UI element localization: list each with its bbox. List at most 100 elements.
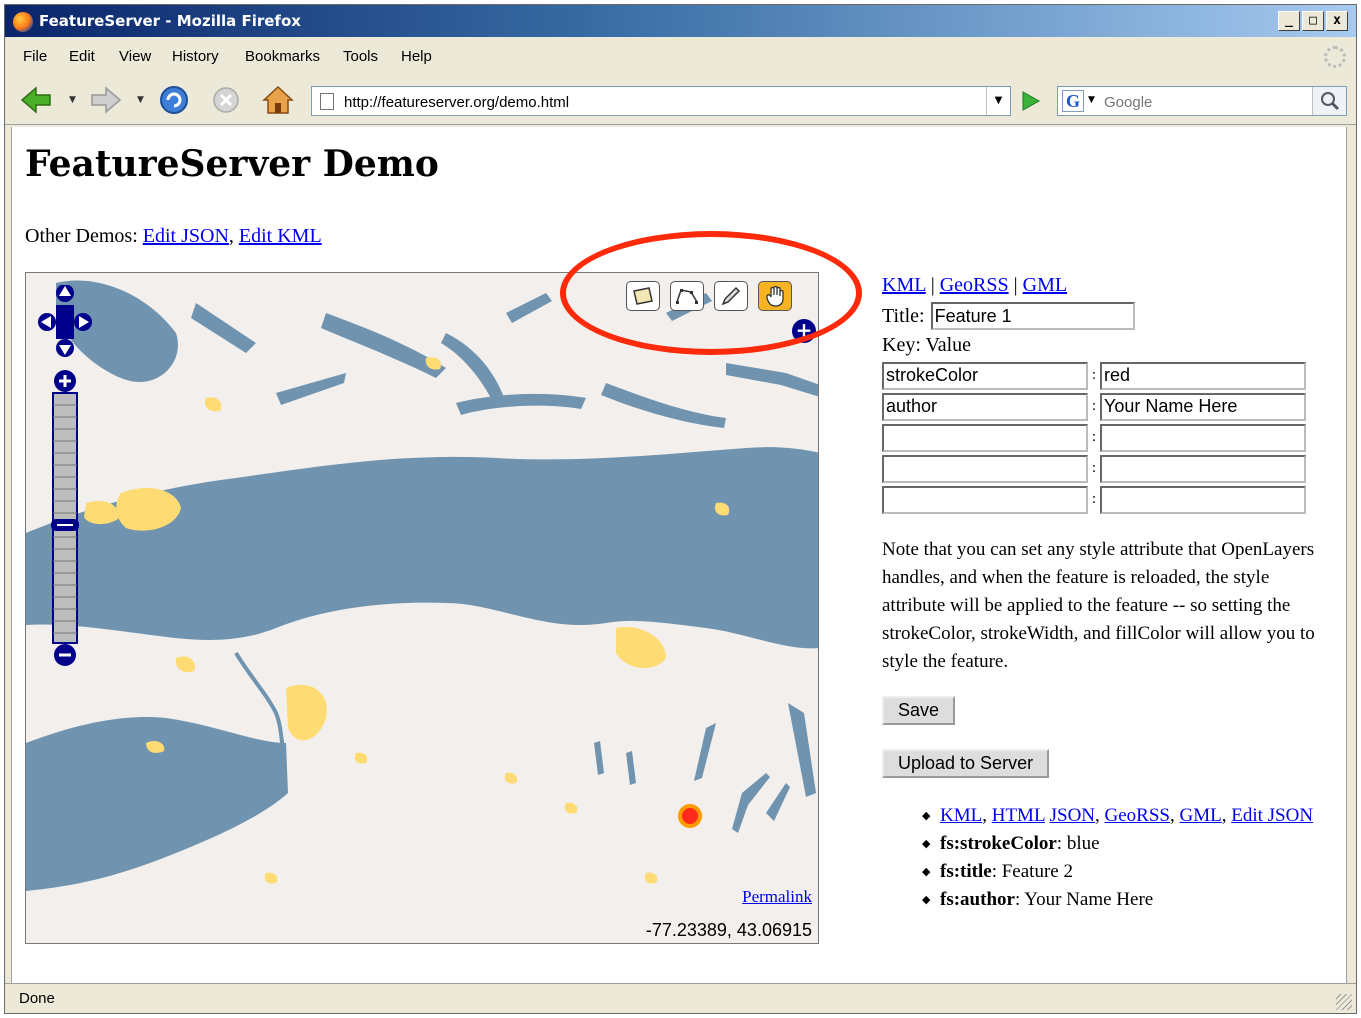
mouse-coordinates: -77.23389, 43.06915 [645, 920, 812, 940]
title-input[interactable] [930, 302, 1135, 330]
key-value-table: : : : : : [882, 360, 1306, 515]
menu-history[interactable]: History [172, 48, 219, 65]
menu-edit[interactable]: Edit [69, 48, 95, 65]
resize-grip-icon[interactable] [1336, 994, 1352, 1010]
other-demos: Other Demos: Edit JSON, Edit KML [25, 225, 322, 247]
edit-kml-link[interactable]: Edit KML [239, 225, 322, 247]
key-input[interactable] [882, 361, 1088, 390]
page-icon [320, 93, 334, 110]
pan-zoom-control [38, 284, 92, 689]
kv-row: : [882, 484, 1306, 515]
reload-icon [160, 86, 188, 114]
pencil-icon [721, 286, 741, 306]
attr-name: fs:author [940, 889, 1015, 910]
menu-tools[interactable]: Tools [343, 48, 378, 65]
browser-window: FeatureServer - Mozilla Firefox _ □ x Fi… [4, 4, 1357, 1014]
permalink-link[interactable]: Permalink [742, 887, 812, 907]
feature-marker[interactable] [678, 804, 702, 828]
maximize-button[interactable]: □ [1302, 11, 1324, 31]
navigation-toolbar: ▼ ▼ ▼ G ▼ [5, 73, 1356, 125]
menu-help[interactable]: Help [401, 48, 432, 65]
georss-format-link[interactable]: GeoRSS [940, 274, 1009, 296]
value-input[interactable] [1100, 485, 1306, 514]
list-item: KML, HTML JSON, GeoRSS, GML, Edit JSON [922, 802, 1332, 830]
modify-feature-button[interactable] [714, 281, 748, 311]
edit-json-link[interactable]: Edit JSON [143, 225, 229, 247]
feature-gml-link[interactable]: GML [1179, 805, 1221, 826]
engine-dropdown-icon[interactable]: ▼ [1088, 95, 1095, 105]
menu-view[interactable]: View [119, 48, 151, 65]
forward-dropdown-icon[interactable]: ▼ [137, 95, 144, 105]
home-icon [262, 85, 294, 114]
pan-zoom-bar [38, 284, 92, 666]
attr-value: : blue [1056, 833, 1100, 854]
gml-format-link[interactable]: GML [1023, 274, 1067, 296]
value-input[interactable] [1100, 392, 1306, 421]
save-button[interactable]: Save [882, 696, 956, 725]
feature-edit-json-link[interactable]: Edit JSON [1231, 805, 1313, 826]
url-bar[interactable]: ▼ [311, 86, 1011, 116]
key-value-header: Key: Value [882, 334, 972, 356]
upload-button[interactable]: Upload to Server [882, 749, 1050, 778]
back-button[interactable] [19, 83, 53, 117]
search-button[interactable] [1312, 87, 1346, 115]
zoom-slider[interactable] [52, 392, 78, 644]
close-button[interactable]: x [1326, 11, 1348, 31]
pan-hand-button[interactable] [758, 281, 792, 311]
back-arrow-icon [20, 86, 51, 114]
stop-button[interactable] [209, 83, 243, 117]
edit-toolbar [626, 281, 792, 311]
title-label: Title: [882, 304, 925, 327]
kv-separator: : [1091, 398, 1097, 414]
draw-line-button[interactable] [670, 281, 704, 311]
list-item: fs:author: Your Name Here [922, 886, 1332, 914]
kv-row: : [882, 422, 1306, 453]
menu-bookmarks[interactable]: Bookmarks [245, 48, 320, 65]
feature-kml-link[interactable]: KML [940, 805, 982, 826]
style-note: Note that you can set any style attribut… [882, 539, 1315, 672]
attr-name: fs:title [940, 861, 992, 882]
format-links: KML | GeoRSS | GML [882, 274, 1068, 296]
feature-georss-link[interactable]: GeoRSS [1105, 805, 1170, 826]
layer-switcher-icon[interactable]: + [792, 319, 816, 343]
key-input[interactable] [882, 423, 1088, 452]
title-bar: FeatureServer - Mozilla Firefox _ □ x [5, 5, 1356, 37]
key-input[interactable] [882, 454, 1088, 483]
kml-format-link[interactable]: KML [882, 274, 926, 296]
reload-button[interactable] [157, 83, 191, 117]
search-input[interactable] [1104, 91, 1304, 113]
other-demos-label: Other Demos: [25, 225, 138, 247]
home-button[interactable] [261, 83, 295, 117]
hand-icon [766, 285, 784, 307]
back-dropdown-icon[interactable]: ▼ [69, 95, 76, 105]
window-title: FeatureServer - Mozilla Firefox [39, 12, 301, 30]
content-border [1346, 127, 1347, 983]
url-dropdown-icon[interactable]: ▼ [986, 87, 1010, 115]
go-button[interactable] [1017, 89, 1043, 113]
page-content: FeatureServer Demo Other Demos: Edit JSO… [11, 127, 1347, 983]
feature-json-link[interactable]: JSON [1050, 805, 1095, 826]
menu-file[interactable]: File [23, 48, 47, 65]
title-row: Title: [882, 302, 1135, 330]
status-text: Done [19, 990, 55, 1007]
key-input[interactable] [882, 392, 1088, 421]
key-input[interactable] [882, 485, 1088, 514]
line-icon [676, 289, 698, 304]
attr-name: fs:strokeColor [940, 833, 1057, 854]
google-engine-icon[interactable]: G [1062, 90, 1084, 112]
value-input[interactable] [1100, 423, 1306, 452]
feature-attributes-list: KML, HTML JSON, GeoRSS, GML, Edit JSON f… [922, 802, 1332, 914]
minimize-button[interactable]: _ [1278, 11, 1300, 31]
value-input[interactable] [1100, 454, 1306, 483]
map-viewport[interactable]: + Permalink -77.23389, 43.06915 [25, 272, 819, 944]
kv-separator: : [1091, 460, 1097, 476]
feature-html-link[interactable]: HTML [992, 805, 1045, 826]
search-bar[interactable]: G ▼ [1057, 86, 1347, 116]
url-input[interactable] [344, 91, 974, 113]
value-input[interactable] [1100, 361, 1306, 390]
throbber-icon [1324, 46, 1346, 68]
polygon-icon [633, 287, 653, 305]
draw-polygon-button[interactable] [626, 281, 660, 311]
kv-row: : [882, 360, 1306, 391]
forward-button[interactable] [89, 83, 123, 117]
